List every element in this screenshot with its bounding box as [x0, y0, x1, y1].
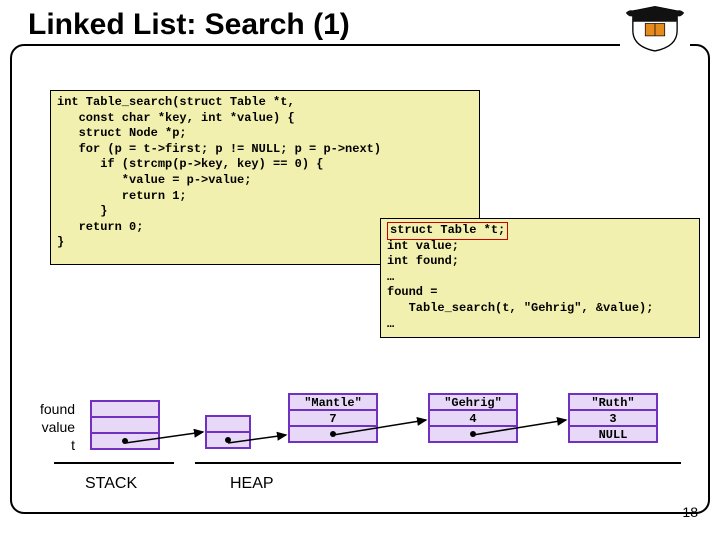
stack-underline: [54, 462, 174, 464]
node-next: [428, 425, 518, 443]
pointer-dot-icon: [330, 431, 336, 437]
stack-var-labels: found value t: [40, 400, 75, 454]
node-next: NULL: [568, 425, 658, 443]
heap-table-first: [205, 431, 251, 449]
pointer-dot-icon: [225, 437, 231, 443]
pointer-dot-icon: [470, 431, 476, 437]
heap-underline: [195, 462, 681, 464]
code-block-caller: struct Table *t; int value; int found; ……: [380, 218, 700, 338]
current-line-highlight: struct Table *t;: [387, 222, 508, 240]
princeton-crest-icon: [620, 4, 690, 59]
pointer-dot-icon: [122, 438, 128, 444]
stack-cells: [90, 400, 160, 448]
slide-title: Linked List: Search (1): [22, 8, 356, 42]
heap-table-struct: [205, 415, 251, 451]
page-number: 18: [682, 504, 698, 520]
node-next: [288, 425, 378, 443]
stack-cell-t: [90, 432, 160, 450]
node-mantle: "Mantle" 7: [288, 393, 378, 441]
node-gehrig: "Gehrig" 4: [428, 393, 518, 441]
stack-region-label: STACK: [85, 475, 137, 493]
stack-label-found: found: [40, 400, 75, 418]
caller-code-rest: int value; int found; … found = Table_se…: [387, 239, 653, 331]
stack-label-value: value: [40, 418, 75, 436]
node-ruth: "Ruth" 3 NULL: [568, 393, 658, 441]
heap-region-label: HEAP: [230, 475, 274, 493]
stack-label-t: t: [40, 436, 75, 454]
